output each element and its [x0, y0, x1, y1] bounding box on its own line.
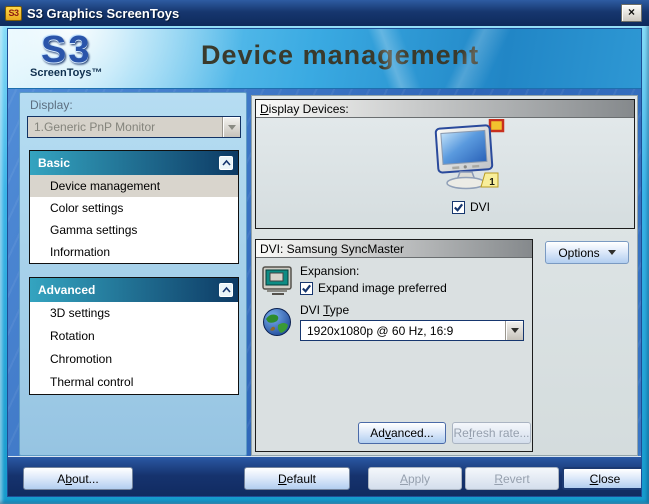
dvi-fields: Expansion: Expand image preferred DVI Ty… [300, 264, 528, 341]
s3-logo: S3 ScreenToys™ [30, 31, 103, 79]
dvi-type-value: 1920x1080p @ 60 Hz, 16:9 [301, 324, 505, 338]
alert-badge-icon [490, 120, 503, 131]
window-title: S3 Graphics ScreenToys [27, 6, 179, 21]
expand-row: Expand image preferred [300, 281, 528, 295]
apply-button: Apply [368, 467, 462, 490]
close-button[interactable]: × [621, 4, 642, 22]
refresh-rate-button: Refresh rate... [452, 422, 531, 444]
collapse-icon[interactable] [219, 156, 233, 170]
dvi-checkbox[interactable] [452, 201, 465, 214]
display-devices-header: Display Devices: [256, 100, 634, 118]
page-title: Device management [201, 40, 479, 71]
s3-logo-tagline: ScreenToys™ [30, 67, 103, 79]
checkmark-icon [301, 283, 312, 294]
checkmark-icon [453, 202, 464, 213]
about-button[interactable]: About... [23, 467, 133, 490]
dvi-type-select-arrow[interactable] [505, 321, 523, 340]
device-number: 1 [489, 177, 495, 188]
monitor-icon: 1 [433, 119, 509, 193]
dvi-group-body: Expansion: Expand image preferred DVI Ty… [256, 258, 532, 451]
screentoys-window: S3 S3 Graphics ScreenToys × S3 ScreenToy… [0, 0, 649, 504]
display-devices-group: Display Devices: [255, 99, 635, 229]
close-window-button[interactable]: Close [562, 467, 642, 490]
dvi-settings-group: DVI: Samsung SyncMaster [255, 239, 533, 452]
dvi-check-row: DVI [452, 200, 490, 214]
sidebar-item-device-management[interactable]: Device management [30, 175, 238, 197]
chevron-down-icon [228, 125, 236, 130]
display-select-arrow [222, 117, 240, 137]
monitor-small-icon [262, 266, 294, 296]
window-frame: S3 ScreenToys™ Device management Display… [0, 26, 649, 504]
expand-image-checkbox[interactable] [300, 282, 313, 295]
header-banner: S3 ScreenToys™ Device management [8, 29, 642, 89]
dvi-button-row: Advanced... Refresh rate... [256, 422, 534, 444]
dvi-type-label: DVI Type [300, 303, 528, 317]
sidebar-item-rotation[interactable]: Rotation [30, 325, 238, 348]
nav-section-advanced-header[interactable]: Advanced [30, 278, 238, 302]
default-button[interactable]: Default [244, 467, 350, 490]
expansion-label: Expansion: [300, 264, 528, 278]
nav-section-advanced-title: Advanced [38, 283, 95, 297]
dvi-group-header: DVI: Samsung SyncMaster [256, 240, 532, 258]
device-dvi[interactable]: 1 DVI [414, 119, 528, 218]
sidebar-item-gamma-settings[interactable]: Gamma settings [30, 219, 238, 241]
revert-button: Revert [465, 467, 559, 490]
nav-section-advanced: Advanced 3D settings Rotation Chromotion… [29, 277, 239, 395]
s3-logo-icon: S3 [30, 31, 103, 69]
collapse-icon[interactable] [219, 283, 233, 297]
app-icon: S3 [5, 6, 22, 21]
advanced-button[interactable]: Advanced... [358, 422, 446, 444]
dvi-type-select[interactable]: 1920x1080p @ 60 Hz, 16:9 [300, 320, 524, 341]
sidebar-item-information[interactable]: Information [30, 241, 238, 263]
nav-section-basic-title: Basic [38, 156, 70, 170]
sidebar-item-thermal-control[interactable]: Thermal control [30, 371, 238, 394]
content-area: S3 ScreenToys™ Device management Display… [7, 28, 642, 497]
footer-bar: About... Default Apply Revert Close [8, 456, 642, 497]
dvi-icon-column [262, 266, 296, 342]
dvi-checkbox-label: DVI [470, 200, 490, 214]
chevron-down-icon [608, 250, 616, 255]
settings-panel: Display Devices: [251, 95, 638, 456]
display-select: 1.Generic PnP Monitor [27, 116, 241, 138]
globe-icon [262, 307, 292, 337]
options-button-label: Options [558, 246, 599, 260]
sidebar-item-color-settings[interactable]: Color settings [30, 197, 238, 219]
expand-image-checkbox-label: Expand image preferred [318, 281, 447, 295]
nav-section-basic: Basic Device management Color settings G… [29, 150, 239, 264]
close-icon: × [628, 5, 635, 19]
sidebar-item-3d-settings[interactable]: 3D settings [30, 302, 238, 325]
display-select-value: 1.Generic PnP Monitor [28, 120, 222, 134]
sidebar: Display: 1.Generic PnP Monitor Basic [19, 92, 247, 456]
nav-section-basic-header[interactable]: Basic [30, 151, 238, 175]
titlebar[interactable]: S3 S3 Graphics ScreenToys × [0, 0, 649, 26]
display-label: Display: [30, 98, 73, 112]
sidebar-item-chromotion[interactable]: Chromotion [30, 348, 238, 371]
chevron-down-icon [511, 328, 519, 333]
options-button[interactable]: Options [545, 241, 629, 264]
